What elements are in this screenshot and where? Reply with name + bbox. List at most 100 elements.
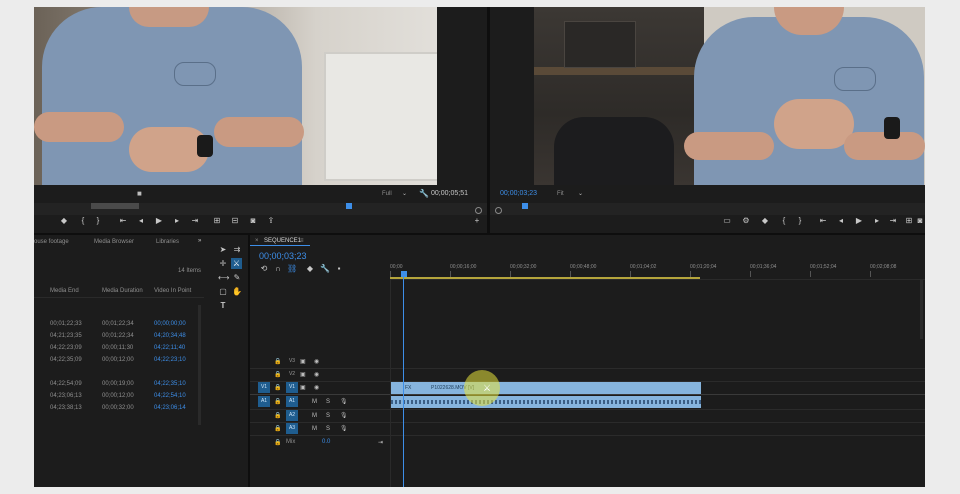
safe-margins-button[interactable]: ▭ [722, 216, 732, 226]
add-button[interactable]: + [472, 216, 482, 226]
cell-video-in-point[interactable]: 04;22;35;10 [154, 381, 186, 387]
add-marker-icon[interactable]: ◆ [305, 264, 315, 274]
source-scroll-dot[interactable] [475, 207, 482, 214]
track-target-v1[interactable]: V1 [286, 382, 298, 393]
lock-icon[interactable]: 🔒 [274, 412, 281, 420]
source-playhead[interactable] [346, 203, 352, 209]
tab-libraries[interactable]: Libraries [156, 239, 179, 245]
settings-icon[interactable]: ⚙ [741, 216, 751, 226]
cell-video-in-point[interactable]: 04;22;11;40 [154, 345, 185, 351]
tab-media-browser[interactable]: Media Browser [94, 239, 134, 245]
wrench-icon[interactable]: 🔧 [320, 264, 330, 274]
solo-icon[interactable]: S [326, 412, 330, 420]
mark-out-button[interactable]: } [795, 216, 805, 226]
insert-button[interactable]: ⊞ [212, 216, 222, 226]
mix-value[interactable]: 0.0 [322, 439, 330, 445]
lock-icon[interactable]: 🔒 [274, 425, 281, 433]
mic-icon[interactable]: 🎙 [340, 425, 348, 433]
export-icon[interactable]: ⇪ [266, 216, 276, 226]
add-marker-button[interactable]: ◆ [59, 216, 69, 226]
track-target-v3[interactable]: V3 [286, 356, 298, 367]
snap-icon[interactable]: ∩ [273, 264, 283, 274]
program-timebar[interactable] [490, 203, 925, 215]
overwrite-button[interactable]: ⊟ [230, 216, 240, 226]
program-fit-select[interactable]: Fit [557, 191, 564, 197]
sequence-tab[interactable]: SEQUENCE1 [264, 238, 301, 244]
mark-in-button[interactable]: { [78, 216, 88, 226]
type-tool[interactable]: T [218, 301, 228, 311]
play-button[interactable]: ▶ [154, 216, 164, 226]
ripple-edit-tool[interactable]: ✛ [218, 259, 228, 269]
audio-clip[interactable] [391, 396, 701, 408]
rectangle-tool[interactable]: ▢ [218, 287, 228, 297]
lock-icon[interactable]: 🔒 [274, 371, 281, 379]
go-to-in-button[interactable]: ⇤ [118, 216, 128, 226]
solo-icon[interactable]: S [326, 398, 330, 406]
program-playhead[interactable] [522, 203, 528, 209]
tab-project[interactable]: ouse footage [34, 239, 69, 245]
timeline-playhead[interactable] [401, 271, 407, 277]
solo-icon[interactable]: S [326, 425, 330, 433]
chevron-down-icon[interactable]: ⌄ [578, 190, 583, 198]
pen-tool[interactable]: ✎ [232, 273, 242, 283]
timeline-scrollbar-vertical[interactable] [920, 279, 923, 339]
track-target-a3[interactable]: A3 [286, 423, 298, 434]
work-area-bar[interactable] [390, 277, 700, 279]
camera-icon[interactable]: ◙ [248, 216, 258, 226]
cell-video-in-point[interactable]: 00;00;00;00 [154, 321, 186, 327]
lock-icon[interactable]: 🔒 [274, 358, 281, 366]
track-target-a2[interactable]: A2 [286, 410, 298, 421]
play-button[interactable]: ▶ [854, 216, 864, 226]
column-media-duration[interactable]: Media Duration [102, 288, 143, 294]
lift-button[interactable]: ⊞ [904, 216, 914, 226]
track-select-tool[interactable]: ⇉ [232, 245, 242, 255]
program-scroll-dot[interactable] [495, 207, 502, 214]
project-scrollbar[interactable] [198, 305, 201, 425]
mute-icon[interactable]: M [312, 398, 317, 406]
column-video-in-point[interactable]: Video In Point [154, 288, 191, 294]
video-clip[interactable]: FX P1022628.MOV [V] [391, 382, 701, 394]
razor-tool-active[interactable]: ⚔ [231, 258, 242, 269]
mute-icon[interactable]: M [312, 412, 317, 420]
fx-badge[interactable]: FX [405, 385, 411, 391]
camera-icon[interactable]: ◙ [915, 216, 925, 226]
step-forward-button[interactable]: ▸ [872, 216, 882, 226]
step-forward-button[interactable]: ▸ [172, 216, 182, 226]
nest-icon[interactable]: ⟲ [259, 264, 269, 274]
go-to-end-icon[interactable]: ⇥ [378, 439, 383, 447]
eye-icon[interactable]: ◉ [314, 358, 319, 366]
chevron-down-icon[interactable]: ⌄ [402, 190, 407, 198]
mic-icon[interactable]: 🎙 [340, 412, 348, 420]
mark-out-button[interactable]: } [93, 216, 103, 226]
cell-video-in-point[interactable]: 04;23;06;14 [154, 405, 186, 411]
add-marker-button[interactable]: ◆ [760, 216, 770, 226]
step-back-button[interactable]: ◂ [136, 216, 146, 226]
lock-icon[interactable]: 🔒 [274, 384, 281, 392]
eye-icon[interactable]: ◉ [314, 371, 319, 379]
go-to-in-button[interactable]: ⇤ [818, 216, 828, 226]
go-to-out-button[interactable]: ⇥ [190, 216, 200, 226]
cell-video-in-point[interactable]: 04;20;34;48 [154, 333, 186, 339]
mute-icon[interactable]: M [312, 425, 317, 433]
sync-lock-icon[interactable]: ▣ [300, 358, 306, 366]
wrench-icon[interactable]: 🔧 [419, 190, 429, 198]
step-back-button[interactable]: ◂ [836, 216, 846, 226]
source-fit-select[interactable]: Full [382, 191, 392, 197]
cell-video-in-point[interactable]: 04;22;23;10 [154, 357, 186, 363]
source-patch-v1[interactable]: V1 [258, 382, 270, 393]
timeline-close-icon[interactable]: × [255, 238, 259, 244]
selection-tool[interactable]: ➤ [218, 245, 228, 255]
track-target-v2[interactable]: V2 [286, 369, 298, 380]
slip-tool[interactable]: ⟷ [218, 273, 229, 283]
lock-icon[interactable]: 🔒 [274, 439, 281, 447]
hand-tool[interactable]: ✋ [232, 287, 242, 297]
panel-menu-icon[interactable]: » [198, 238, 201, 244]
mic-icon[interactable]: 🎙 [340, 398, 348, 406]
column-media-end[interactable]: Media End [50, 288, 79, 294]
source-patch-a1[interactable]: A1 [258, 396, 270, 407]
linked-selection-icon[interactable]: ⛓ [287, 264, 297, 274]
sync-lock-icon[interactable]: ▣ [300, 371, 306, 379]
tab-menu-icon[interactable]: ≡ [300, 238, 304, 244]
marker-icon[interactable]: ■ [137, 190, 142, 198]
eye-icon[interactable]: ◉ [314, 384, 319, 392]
